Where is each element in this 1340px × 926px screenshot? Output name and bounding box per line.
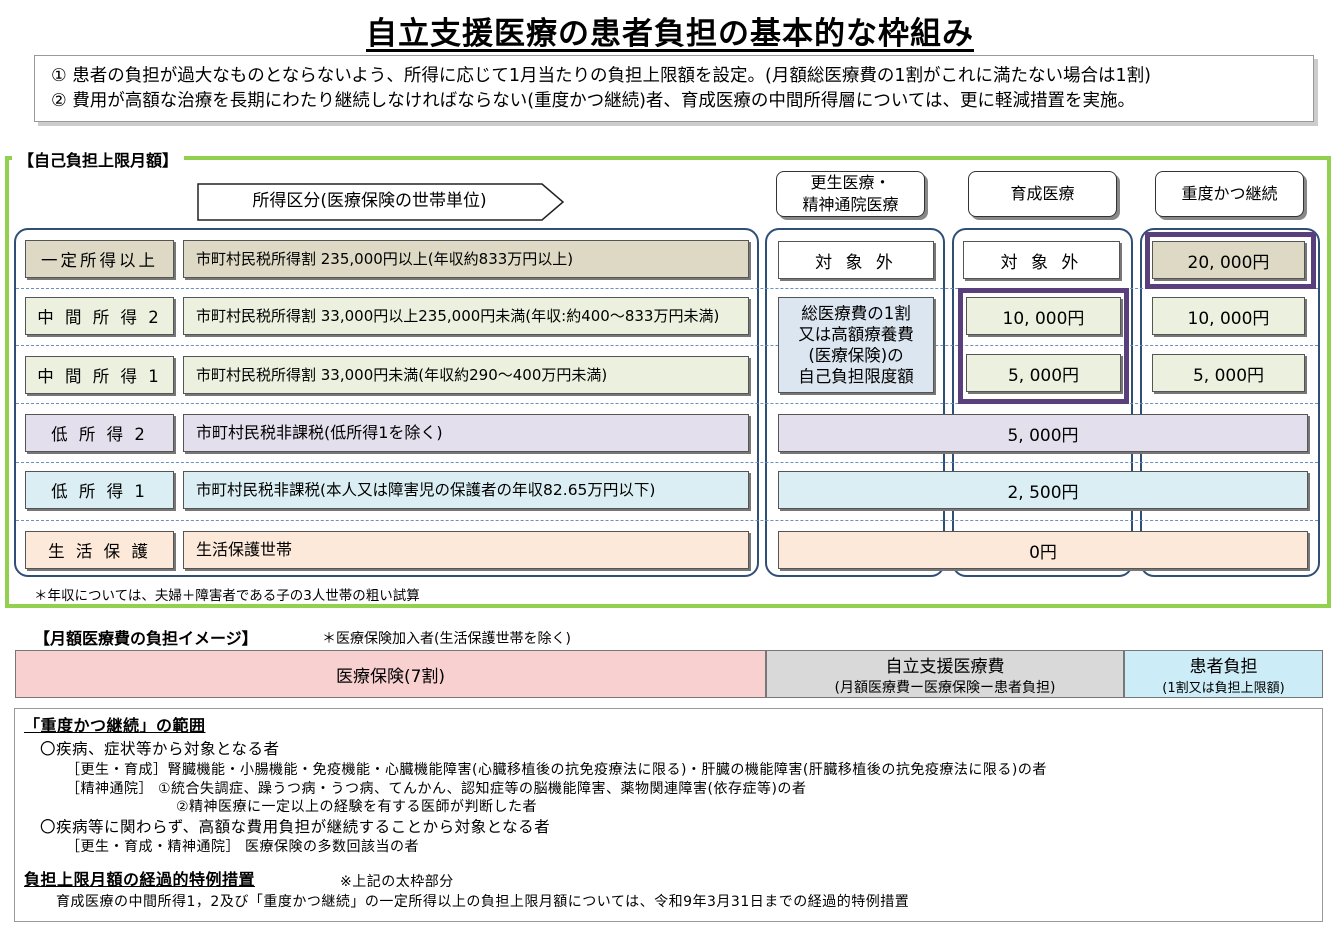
bar-patient-sub: (1割又は負担上限額) <box>1162 681 1285 696</box>
row-desc-welfare: 生活保護世帯 <box>183 531 749 569</box>
scope-bullet-1-line-1: ［更生・育成］腎臓機能・小腸機能・免疫機能・心臓機能障害(心臓移植後の抗免疫療法… <box>66 762 1047 778</box>
image-section-subtitle: ＊医療保険加入者(生活保護世帯を除く) <box>322 631 571 647</box>
bar-insurance: 医療保険(7割) <box>15 650 766 698</box>
row-desc-high: 市町村民税所得割 235,000円以上(年収約833万円以上) <box>183 240 749 278</box>
col-header-severe-label: 重度かつ継続 <box>1181 184 1278 203</box>
intro-box: ① 患者の負担が過大なものとならないよう、所得に応じて1月当たりの負担上限額を設… <box>34 55 1314 122</box>
rehab-high-value: 対 象 外 <box>778 241 934 279</box>
row-separator <box>16 520 1318 521</box>
scope-bullet-1-line-2: ［精神通院］ ①統合失調症、躁うつ病・うつ病、てんかん、認知症等の脳機能障害、薬… <box>66 781 807 797</box>
row-desc-middle2: 市町村民税所得割 33,000円以上235,000円未満(年収:約400～833… <box>183 297 749 335</box>
severe-middle1-value: 5, 000円 <box>1152 354 1305 392</box>
row-label-welfare: 生 活 保 護 <box>25 531 174 569</box>
row-label-high: 一定所得以上 <box>25 240 174 278</box>
row-label-middle2: 中 間 所 得 2 <box>25 297 174 335</box>
income-header-label: 所得区分(医療保険の世帯単位) <box>252 191 487 211</box>
bar-patient: 患者負担 (1割又は負担上限額) <box>1124 650 1323 698</box>
col-header-rehab: 更生医療・ 精神通院医療 <box>776 171 925 217</box>
col-header-rehab-label: 更生医療・ 精神通院医療 <box>802 173 899 214</box>
row-desc-middle1: 市町村民税所得割 33,000円未満(年収約290～400万円未満) <box>183 356 749 394</box>
welfare-merged-value: 0円 <box>778 531 1308 569</box>
col-header-severe: 重度かつ継続 <box>1155 171 1304 217</box>
bar-support: 自立支援医療費 (月額医療費ー医療保険ー患者負担) <box>766 650 1124 698</box>
page-title: 自立支援医療の患者負担の基本的な枠組み <box>366 16 974 52</box>
intro-line-2: ② 費用が高額な治療を長期にわたり継続しなければならない(重度かつ継続)者、育成… <box>51 91 1136 111</box>
low2-merged-value: 5, 000円 <box>778 414 1308 452</box>
row-separator <box>16 462 1318 463</box>
rehab-middle-text: 総医療費の1割 又は高額療養費 (医療保険)の 自己負担限度額 <box>798 304 914 386</box>
scope-bullet-2: 〇疾病等に関わらず、高額な費用負担が継続することから対象となる者 <box>40 818 551 836</box>
transitional-frame-ikusei <box>958 288 1129 404</box>
transitional-heading: 負担上限月額の経過的特例措置 <box>24 870 256 889</box>
scope-bullet-1-line-3: ②精神医療に一定以上の経験を有する医師が判断した者 <box>176 799 538 815</box>
low1-merged-value: 2, 500円 <box>778 471 1308 509</box>
col-header-ikusei: 育成医療 <box>968 171 1117 217</box>
scope-bullet-1: 〇疾病、症状等から対象となる者 <box>40 740 280 758</box>
row-label-low2: 低 所 得 2 <box>25 414 174 452</box>
bar-support-sub: (月額医療費ー医療保険ー患者負担) <box>834 679 1056 696</box>
row-label-middle1: 中 間 所 得 1 <box>25 356 174 394</box>
col-header-ikusei-label: 育成医療 <box>1010 184 1075 203</box>
transitional-heading-note: ※上記の太枠部分 <box>340 874 454 890</box>
bar-support-title: 自立支援医療費 <box>885 656 1005 677</box>
income-footnote: ＊年収については、夫婦＋障害者である子の3人世帯の粗い試算 <box>34 588 420 604</box>
row-desc-low1: 市町村民税非課税(本人又は障害児の保護者の年収82.65万円以下) <box>183 471 749 509</box>
bar-insurance-label: 医療保険(7割) <box>335 666 446 687</box>
transitional-text: 育成医療の中間所得1，2及び「重度かつ継続」の一定所得以上の負担上限月額について… <box>56 894 910 910</box>
income-header: 所得区分(医療保険の世帯単位) <box>197 183 565 221</box>
scope-heading: 「重度かつ継続」の範囲 <box>24 716 206 735</box>
limit-section-label: 【自己負担上限月額】 <box>12 147 185 171</box>
image-section-title: 【月額医療費の負担イメージ】 <box>34 629 258 648</box>
ikusei-high-value: 対 象 外 <box>963 241 1120 279</box>
row-label-low1: 低 所 得 1 <box>25 471 174 509</box>
bar-patient-title: 患者負担 <box>1189 657 1258 677</box>
transitional-frame-severe <box>1145 232 1316 289</box>
severe-middle2-value: 10, 000円 <box>1152 297 1305 335</box>
row-desc-low2: 市町村民税非課税(低所得1を除く) <box>183 414 749 452</box>
intro-line-1: ① 患者の負担が過大なものとならないよう、所得に応じて1月当たりの負担上限額を設… <box>51 66 1151 86</box>
scope-bullet-2-line-1: ［更生・育成・精神通院］ 医療保険の多数回該当の者 <box>66 839 419 855</box>
rehab-middle-value: 総医療費の1割 又は高額療養費 (医療保険)の 自己負担限度額 <box>778 297 934 393</box>
